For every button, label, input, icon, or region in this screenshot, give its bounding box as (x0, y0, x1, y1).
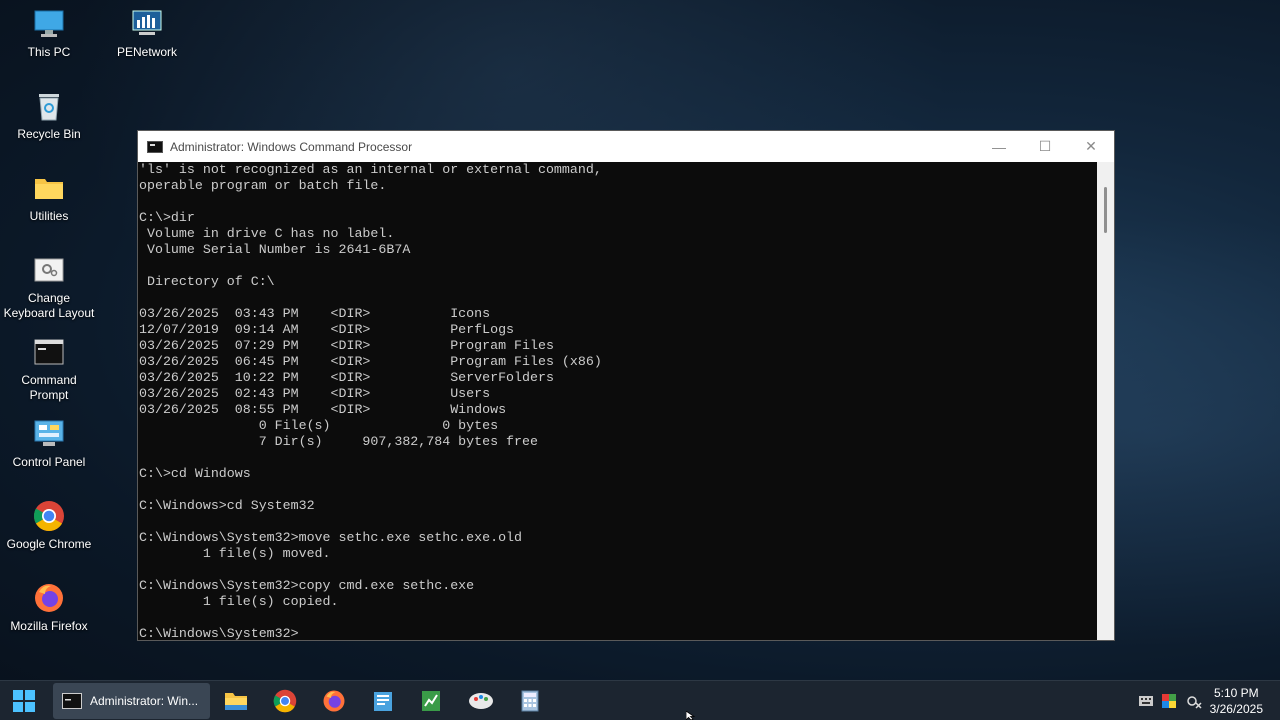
folder-icon (33, 172, 65, 204)
firefox-icon (323, 690, 345, 712)
spreadsheet-icon (422, 691, 440, 711)
network-icon (131, 8, 163, 40)
window-titlebar[interactable]: Administrator: Windows Command Processor… (138, 131, 1114, 162)
start-button[interactable] (8, 681, 40, 720)
desktop-icon-penetwork[interactable]: PENetwork (99, 8, 195, 60)
console-line: 7 Dir(s) 907,382,784 bytes free (139, 434, 538, 449)
console-line: 03/26/2025 07:29 PM <DIR> Program Files (139, 338, 554, 353)
console-line: 12/07/2019 09:14 AM <DIR> PerfLogs (139, 322, 515, 337)
desktop-icon-google-chrome[interactable]: Google Chrome (1, 500, 97, 552)
console-line: 'ls' is not recognized as an internal or… (139, 162, 602, 177)
desktop-icon-change-keyboard-layout[interactable]: Change Keyboard Layout (1, 254, 97, 321)
desktop-icon-command-prompt[interactable]: Command Prompt (1, 336, 97, 403)
taskbar-notepad[interactable] (369, 681, 397, 720)
paint-icon (469, 693, 493, 709)
console-line: C:\Windows\System32>copy cmd.exe sethc.e… (139, 578, 475, 593)
clock[interactable]: 5:10 PM 3/26/2025 (1210, 685, 1263, 717)
calculator-icon (521, 690, 539, 712)
chrome-icon (273, 689, 297, 713)
clock-date: 3/26/2025 (1209, 702, 1263, 716)
display-color-icon[interactable] (1161, 693, 1177, 709)
desktop-icon-control-panel[interactable]: Control Panel (1, 418, 97, 470)
chrome-icon (33, 500, 65, 532)
network-disconnected-icon[interactable] (1186, 693, 1202, 709)
taskbar-chrome[interactable] (271, 681, 299, 720)
console-app-icon (147, 140, 163, 153)
taskbar-spreadsheet[interactable] (417, 681, 445, 720)
console-line: 1 file(s) moved. (139, 546, 331, 561)
console-line: 03/26/2025 02:43 PM <DIR> Users (139, 386, 491, 401)
firefox-icon (33, 582, 65, 614)
taskbar: Administrator: Win... 5:10 PM 3/26/2025 (0, 680, 1280, 720)
console-line: 03/26/2025 03:43 PM <DIR> Icons (139, 306, 491, 321)
keyboard-layout-icon[interactable] (1138, 693, 1154, 709)
console-line: Volume Serial Number is 2641-6B7A (139, 242, 411, 257)
keyboard-settings-icon (33, 254, 65, 286)
taskbar-item-command-prompt[interactable]: Administrator: Win... (53, 683, 210, 719)
console-line: 03/26/2025 06:45 PM <DIR> Program Files … (139, 354, 602, 369)
console-line: operable program or batch file. (139, 178, 387, 193)
command-prompt-icon (33, 336, 65, 368)
desktop-icon-utilities[interactable]: Utilities (1, 172, 97, 224)
console-line: 03/26/2025 08:55 PM <DIR> Windows (139, 402, 507, 417)
maximize-button[interactable]: ☐ (1022, 131, 1068, 162)
command-prompt-icon (62, 693, 82, 709)
console-line: 1 file(s) copied. (139, 594, 339, 609)
console-line: C:\>dir (139, 210, 195, 225)
mouse-cursor-icon (686, 711, 696, 720)
console-line: C:\Windows>cd System32 (139, 498, 315, 513)
console-line: Volume in drive C has no label. (139, 226, 395, 241)
taskbar-firefox[interactable] (320, 681, 348, 720)
desktop-icon-this-pc[interactable]: This PC (1, 8, 97, 60)
console-line: C:\Windows\System32> (139, 626, 299, 640)
notepad-icon (374, 692, 392, 711)
desktop-icon-mozilla-firefox[interactable]: Mozilla Firefox (1, 582, 97, 634)
minimize-button[interactable]: — (976, 131, 1022, 162)
taskbar-item-label: Administrator: Win... (90, 694, 199, 708)
desktop-icon-recycle-bin[interactable]: Recycle Bin (1, 90, 97, 142)
console-line: 0 File(s) 0 bytes (139, 418, 499, 433)
console-line: C:\Windows\System32>move sethc.exe sethc… (139, 530, 523, 545)
control-panel-icon (33, 418, 65, 450)
file-explorer-icon (225, 693, 247, 710)
start-icon (13, 690, 35, 712)
close-button[interactable]: ✕ (1068, 131, 1114, 162)
command-prompt-window[interactable]: Administrator: Windows Command Processor… (137, 130, 1115, 641)
vertical-scrollbar[interactable] (1097, 162, 1114, 640)
scrollbar-thumb[interactable] (1104, 187, 1107, 233)
recycle-bin-icon (33, 90, 65, 122)
window-title: Administrator: Windows Command Processor (170, 139, 413, 154)
clock-time: 5:10 PM (1213, 686, 1259, 700)
console-line: 03/26/2025 10:22 PM <DIR> ServerFolders (139, 370, 554, 385)
console-line: C:\>cd Windows (139, 466, 251, 481)
monitor-icon (33, 8, 65, 40)
console-line: Directory of C:\ (139, 274, 275, 289)
taskbar-file-explorer[interactable] (222, 681, 250, 720)
taskbar-paint[interactable] (466, 681, 496, 720)
console-output[interactable]: 'ls' is not recognized as an internal or… (138, 162, 1098, 640)
taskbar-calculator[interactable] (516, 681, 544, 720)
